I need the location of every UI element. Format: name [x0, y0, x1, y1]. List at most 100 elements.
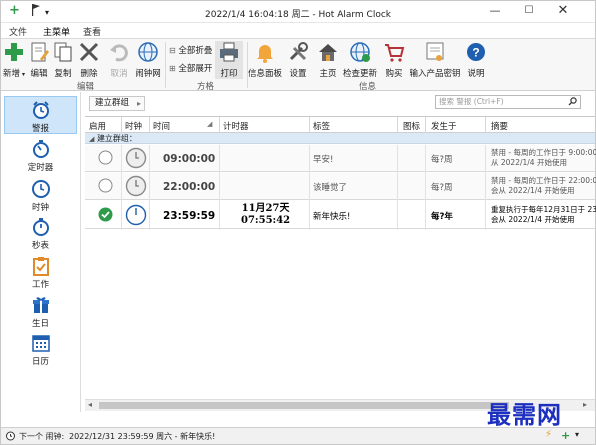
summary-line: 禁用 - 每周的工作日于 9:00:00 发 — [491, 148, 596, 157]
header-enabled[interactable]: 启用 — [89, 120, 106, 132]
nav-task-label: 工作 — [31, 280, 49, 290]
next-alarm-value: 2022/12/31 23:59:59 周六 - 新年快乐! — [69, 432, 216, 441]
check-update-label: 检查更新 — [342, 69, 377, 79]
scrollbar-thumb[interactable] — [99, 402, 509, 409]
tab-file[interactable]: 文件 — [9, 25, 27, 38]
sort-icon: ◢ — [207, 120, 213, 128]
info-panel-button[interactable]: 信息面板 — [247, 41, 283, 79]
scroll-right-icon[interactable]: ▸ — [583, 400, 587, 409]
enter-key-label: 输入产品密钥 — [409, 69, 461, 79]
delete-button[interactable]: 删除 — [75, 41, 103, 79]
nav-timer[interactable]: 定时器 — [4, 136, 77, 174]
column-divider — [309, 117, 310, 133]
settings-button[interactable]: 设置 — [285, 41, 311, 79]
copy-button[interactable]: 复制 — [51, 41, 75, 79]
edit-document-icon — [28, 41, 50, 63]
collapse-group-icon[interactable]: ◢ — [89, 135, 94, 143]
certificate-icon — [424, 41, 446, 63]
cancel-button[interactable]: 取消 — [105, 41, 133, 79]
header-label[interactable]: 标签 — [313, 120, 330, 132]
home-button[interactable]: 主页 — [315, 41, 341, 79]
header-clock[interactable]: 时钟 — [125, 120, 142, 132]
delete-button-label: 删除 — [80, 69, 98, 79]
header-occurs[interactable]: 发生于 — [431, 120, 457, 132]
nav-clock[interactable]: 时钟 — [4, 176, 77, 214]
search-input[interactable]: 搜索 警报 (Ctrl+F) — [435, 95, 581, 109]
header-time[interactable]: 时间 — [153, 120, 170, 132]
nav-alarm-label: 警报 — [31, 124, 49, 134]
nav-birthday[interactable]: 生日 — [4, 292, 77, 330]
delete-x-icon — [78, 41, 100, 63]
buy-button[interactable]: 购买 — [381, 41, 407, 79]
status-bar: 下一个 闹钟: 2022/12/31 23:59:59 周六 - 新年快乐! ⚡… — [1, 427, 595, 444]
minimize-button[interactable]: — — [481, 1, 509, 23]
column-line — [309, 145, 310, 230]
column-line — [397, 145, 398, 230]
maximize-button[interactable]: ☐ — [515, 1, 543, 23]
new-button[interactable]: 新增 ▾ — [1, 41, 27, 79]
cart-icon — [383, 41, 405, 63]
printer-icon — [218, 41, 240, 63]
search-icon[interactable] — [568, 97, 577, 110]
nav-calendar[interactable]: 日历 — [4, 330, 77, 368]
analog-clock-icon — [125, 147, 147, 172]
create-group-button[interactable]: 建立群组 ▸ — [89, 96, 145, 111]
column-line — [121, 145, 122, 230]
scroll-left-icon[interactable]: ◂ — [88, 400, 92, 409]
header-timer[interactable]: 计时器 — [223, 120, 249, 132]
collapse-all-button[interactable]: ⊟ 全部折叠 — [169, 44, 212, 56]
print-button[interactable]: 打印 — [215, 41, 243, 79]
nav-alarm[interactable]: 警报 — [4, 96, 77, 134]
check-update-button[interactable]: 检查更新 — [341, 41, 379, 79]
nav-stopwatch[interactable]: 秒表 — [4, 214, 77, 252]
edit-button[interactable]: 编辑 — [27, 41, 51, 79]
occurs-value: 每?年 — [431, 212, 453, 222]
clocknet-button[interactable]: 闹钟网 — [133, 41, 163, 79]
group-format-label: 方格 — [197, 82, 215, 92]
group-row[interactable]: ◢ 建立群组： — [85, 133, 595, 144]
alarm-status-icon — [5, 430, 16, 443]
nav-birthday-label: 生日 — [31, 319, 49, 329]
timer-days: 11月27天 — [241, 203, 290, 214]
cancel-button-label: 取消 — [110, 69, 128, 79]
alarm-grid: 启用 时钟 时间 ◢ 计时器 标签 图标 发生于 摘要 ◢ 建立群组： 09:0… — [85, 116, 596, 412]
column-divider — [485, 117, 486, 133]
gift-icon — [32, 297, 49, 313]
app-window: + ▾ 2022/1/4 16:04:18 周二 - Hot Alarm Clo… — [0, 0, 596, 445]
settings-label: 设置 — [289, 69, 307, 79]
enter-key-button[interactable]: 输入产品密钥 — [409, 41, 461, 79]
enabled-radio[interactable] — [98, 178, 113, 196]
clock-icon — [31, 180, 50, 198]
nav-task[interactable]: 工作 — [4, 253, 77, 291]
ribbon-divider — [165, 42, 166, 88]
enabled-check-icon[interactable] — [98, 207, 113, 225]
expand-icon: ⊞ — [169, 64, 176, 73]
create-group-label: 建立群组 — [95, 98, 130, 108]
bell-icon — [254, 41, 276, 63]
expand-all-button[interactable]: ⊞ 全部展开 — [169, 62, 212, 74]
time-value: 23:59:59 — [163, 210, 216, 222]
copy-button-label: 复制 — [54, 69, 72, 79]
lightning-icon[interactable]: ⚡ — [545, 429, 552, 440]
tab-view[interactable]: 查看 — [83, 25, 101, 38]
group-info-label: 信息 — [359, 82, 377, 92]
new-button-label: 新增 — [3, 69, 21, 79]
print-button-label: 打印 — [220, 69, 238, 79]
group-edit-label: 编辑 — [77, 82, 95, 92]
column-line — [149, 145, 150, 230]
ribbon: 新增 ▾ 编辑 复制 删除 取消 闹钟网 编辑 ⊟ 全部折叠 ⊞ 全部展开 打印… — [1, 38, 595, 92]
globe-icon — [137, 41, 159, 63]
header-icon[interactable]: 图标 — [403, 120, 420, 132]
table-row[interactable]: 09:00:00 早安! 每?周 禁用 - 每周的工作日于 9:00:00 发 … — [85, 145, 596, 172]
table-row[interactable]: 22:00:00 该睡觉了 每?周 禁用 - 每周的工作日于 22:00:00 … — [85, 173, 596, 200]
header-summary[interactable]: 摘要 — [491, 120, 508, 132]
help-button[interactable]: ? 说明 — [463, 41, 489, 79]
dropdown-icon[interactable]: ▾ — [575, 430, 579, 439]
table-row[interactable]: 23:59:59 11月27天 07:55:42 新年快乐! 每?年 重复执行于… — [85, 201, 596, 229]
add-icon[interactable]: + — [561, 429, 570, 442]
svg-text:?: ? — [472, 46, 479, 60]
close-button[interactable]: ✕ — [549, 1, 577, 23]
copy-icon — [52, 41, 74, 63]
ribbon-tabs: 文件 主菜单 查看 — [1, 23, 595, 41]
enabled-radio[interactable] — [98, 150, 113, 168]
